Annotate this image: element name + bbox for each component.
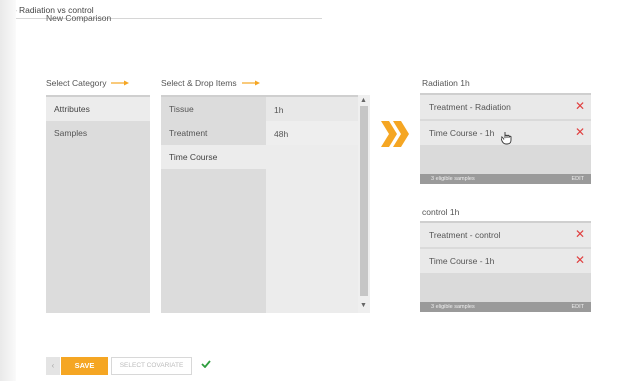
remove-icon[interactable]: ✕ bbox=[575, 249, 585, 271]
select-covariate-button[interactable]: SELECT COVARIATE bbox=[111, 357, 192, 375]
group-2-footer: 3 eligible samples EDIT bbox=[420, 302, 591, 312]
group-2-row-label: Treatment - control bbox=[429, 230, 501, 240]
group-1-row-treatment: Treatment - Radiation ✕ bbox=[420, 95, 591, 121]
scroll-up-icon[interactable]: ▲ bbox=[360, 97, 367, 105]
item-tissue[interactable]: Tissue bbox=[161, 97, 266, 121]
scroll-thumb[interactable] bbox=[360, 106, 368, 296]
value-item-48h[interactable]: 48h bbox=[266, 121, 358, 145]
select-category-label: Select Category bbox=[46, 78, 130, 88]
arrow-right-icon bbox=[111, 80, 130, 86]
edit-link[interactable]: EDIT bbox=[571, 174, 584, 184]
group-1-row-label: Treatment - Radiation bbox=[429, 102, 511, 112]
double-chevron-right-icon bbox=[381, 121, 409, 147]
group-2-row-time-course: Time Course - 1h ✕ bbox=[420, 249, 591, 275]
group-2-title: control 1h bbox=[422, 207, 460, 217]
group-2-row-label: Time Course - 1h bbox=[429, 256, 495, 266]
select-items-label: Select & Drop Items bbox=[161, 78, 260, 88]
values-scrollbar[interactable]: ▲ ▼ bbox=[358, 95, 370, 313]
group-2-row-treatment: Treatment - control ✕ bbox=[420, 223, 591, 249]
items-list: Tissue Treatment Time Course bbox=[161, 95, 266, 313]
eligible-samples-count: 3 eligible samples bbox=[431, 304, 475, 310]
remove-icon[interactable]: ✕ bbox=[575, 95, 585, 117]
left-edge-strip bbox=[0, 0, 16, 381]
item-treatment[interactable]: Treatment bbox=[161, 121, 266, 145]
back-button[interactable]: ‹ bbox=[46, 357, 60, 375]
save-button[interactable]: SAVE bbox=[61, 357, 108, 375]
remove-icon[interactable]: ✕ bbox=[575, 223, 585, 245]
check-icon bbox=[201, 360, 211, 368]
group-2-dropzone[interactable]: Treatment - control ✕ Time Course - 1h ✕… bbox=[420, 221, 591, 312]
values-list: 1h 48h bbox=[266, 95, 358, 313]
eligible-samples-count: 3 eligible samples bbox=[431, 176, 475, 182]
category-item-attributes[interactable]: Attributes bbox=[46, 97, 150, 121]
remove-icon[interactable]: ✕ bbox=[575, 121, 585, 143]
arrow-right-icon bbox=[241, 80, 260, 86]
select-items-text: Select & Drop Items bbox=[161, 78, 237, 88]
group-1-footer: 3 eligible samples EDIT bbox=[420, 174, 591, 184]
item-time-course[interactable]: Time Course bbox=[161, 145, 266, 169]
select-category-text: Select Category bbox=[46, 78, 107, 88]
comparison-title-label: New Comparison bbox=[46, 13, 112, 23]
scroll-down-icon[interactable]: ▼ bbox=[360, 302, 367, 310]
category-item-samples[interactable]: Samples bbox=[46, 121, 150, 145]
group-1-row-label: Time Course - 1h bbox=[429, 128, 495, 138]
hand-cursor-icon bbox=[501, 132, 512, 145]
edit-link[interactable]: EDIT bbox=[571, 302, 584, 312]
value-item-1h[interactable]: 1h bbox=[266, 97, 358, 121]
category-list: Attributes Samples bbox=[46, 95, 150, 313]
group-1-title: Radiation 1h bbox=[422, 78, 470, 88]
